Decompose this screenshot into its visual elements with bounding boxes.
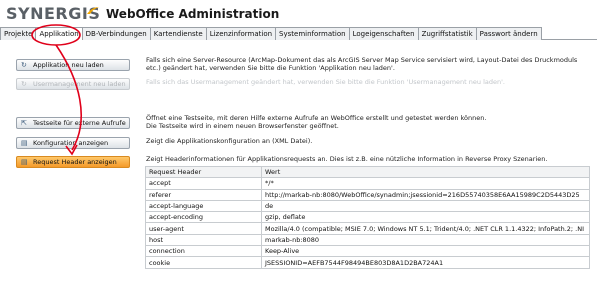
- test-page-description-2: Die Testseite wird in einem neuen Browse…: [146, 122, 339, 130]
- header-key: accept: [145, 177, 262, 190]
- table-row: accept-encoding gzip, deflate: [145, 211, 590, 224]
- tab-kartendienste[interactable]: Kartendienste: [149, 27, 207, 40]
- header-key: accept-language: [145, 199, 262, 213]
- header-value: markab-nb:8080: [261, 233, 590, 247]
- request-header-label: Request Header anzeigen: [33, 158, 117, 166]
- header-value: Mozilla/4.0 (compatible; MSIE 7.0; Windo…: [261, 222, 590, 235]
- tab-systeminformation[interactable]: Systeminformation: [275, 27, 350, 40]
- tab-lizenzinformation[interactable]: Lizenzinformation: [205, 27, 277, 40]
- tab-projekte[interactable]: Projekte: [0, 27, 37, 40]
- config-description: Zeigt die Applikationskonfiguration an (…: [146, 137, 313, 145]
- tab-zugriffstatistik[interactable]: Zugriffstatistik: [417, 27, 477, 40]
- header-value: http://markab-nb:8080/WebOffice/synadmin…: [261, 188, 590, 201]
- reload-app-button[interactable]: ↻ Applikation neu laden: [16, 59, 130, 71]
- header-value: JSESSIONID=AEFB7544F98494BE803D8A1D2BA72…: [261, 256, 590, 269]
- header-value: gzip, deflate: [261, 211, 590, 224]
- header-key: connection: [145, 245, 262, 258]
- column-header-request-header: Request Header: [145, 165, 262, 179]
- test-page-label: Testseite für externe Aufrufe: [33, 119, 126, 127]
- table-row: accept */*: [145, 177, 590, 190]
- table-header-row: Request Header Wert: [145, 165, 590, 179]
- table-row: referer http://markab-nb:8080/WebOffice/…: [145, 188, 590, 201]
- header-value: */*: [261, 177, 590, 190]
- show-config-label: Konfiguration anzeigen: [33, 139, 109, 147]
- applikation-panel: ↻ Applikation neu laden Falls sich eine …: [6, 44, 590, 289]
- table-row: user-agent Mozilla/4.0 (compatible; MSIE…: [145, 222, 590, 235]
- reload-user-management-button[interactable]: ↻ Usermanagement neu laden: [16, 78, 130, 90]
- header-key: accept-encoding: [145, 211, 262, 224]
- request-header-description: Zeigt Headerinformationen für Applikatio…: [146, 155, 548, 163]
- tab-db-verbindungen[interactable]: DB-Verbindungen: [81, 27, 151, 40]
- reload-app-label: Applikation neu laden: [33, 61, 104, 69]
- tab-applikation[interactable]: Applikation: [35, 27, 83, 40]
- app-header: SYNERGIS WebOffice Administration: [0, 0, 597, 26]
- refresh-icon: ↻: [21, 80, 27, 88]
- refresh-icon: ↻: [21, 61, 27, 69]
- test-page-description-1: Öffnet eine Testseite, mit deren Hilfe e…: [146, 114, 487, 122]
- app-title: WebOffice Administration: [106, 7, 280, 21]
- table-row: accept-language de: [145, 199, 590, 213]
- document-icon: ▤: [21, 158, 28, 166]
- reload-app-description: Falls sich eine Server-Resource (ArcMap-…: [146, 56, 578, 72]
- table-row: connection Keep-Alive: [145, 245, 590, 258]
- header-value: de: [261, 199, 590, 213]
- column-header-wert: Wert: [261, 165, 590, 179]
- header-key: host: [145, 233, 262, 247]
- tab-logeigenschaften[interactable]: Logeigenschaften: [348, 27, 419, 40]
- logo-swoosh-icon: [87, 7, 99, 14]
- request-header-table: Request Header Wert accept */* referer h…: [145, 165, 590, 269]
- show-config-button[interactable]: ▤ Konfiguration anzeigen: [16, 137, 130, 149]
- header-key: cookie: [145, 256, 262, 269]
- tab-bar: Projekte Applikation DB-Verbindungen Kar…: [0, 27, 597, 40]
- test-page-button[interactable]: ⇱ Testseite für externe Aufrufe: [16, 117, 130, 129]
- weboffice-admin-window: SYNERGIS WebOffice Administration Projek…: [0, 0, 597, 295]
- header-value: Keep-Alive: [261, 245, 590, 258]
- tab-passwort-aendern[interactable]: Passwort ändern: [475, 27, 542, 40]
- document-icon: ▤: [21, 139, 28, 147]
- header-key: referer: [145, 188, 262, 201]
- request-header-button[interactable]: ▤ Request Header anzeigen: [16, 156, 130, 168]
- reload-user-management-label: Usermanagement neu laden: [33, 80, 126, 88]
- reload-user-management-description: Falls sich das Usermanagement geändert h…: [146, 78, 505, 86]
- external-link-icon: ⇱: [21, 119, 27, 127]
- table-row: host markab-nb:8080: [145, 233, 590, 247]
- header-key: user-agent: [145, 222, 262, 235]
- table-row: cookie JSESSIONID=AEFB7544F98494BE803D8A…: [145, 256, 590, 269]
